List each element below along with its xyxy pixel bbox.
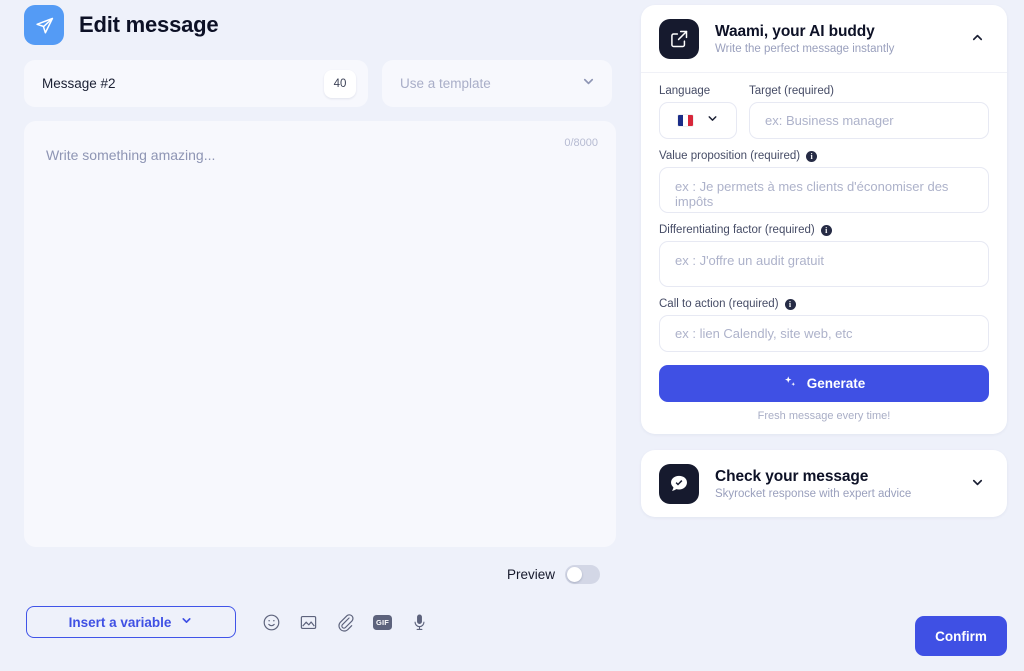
call-to-action-input[interactable]: ex : lien Calendly, site web, etc <box>659 315 989 352</box>
waami-panel-body: Language Target (required) ex: Business … <box>641 72 1007 434</box>
language-label: Language <box>659 85 711 97</box>
value-proposition-group: Value proposition (required) i ex : Je p… <box>659 139 989 213</box>
target-group: Target (required) ex: Business manager <box>749 85 989 139</box>
template-select-placeholder: Use a template <box>400 76 491 91</box>
chevron-down-icon[interactable] <box>970 475 989 493</box>
edit-square-icon <box>659 19 699 59</box>
editor-placeholder: Write something amazing... <box>46 147 216 163</box>
value-proposition-input[interactable]: ex : Je permets à mes clients d'économis… <box>659 167 989 213</box>
info-icon[interactable]: i <box>784 298 796 310</box>
generate-note: Fresh message every time! <box>757 410 891 422</box>
tool-icon-group: GIF <box>254 613 429 632</box>
value-proposition-label: Value proposition (required) i <box>659 150 989 167</box>
image-icon[interactable] <box>299 613 318 632</box>
call-to-action-label: Call to action (required) i <box>659 298 989 315</box>
language-group: Language <box>659 85 737 139</box>
preview-row: Preview <box>0 547 640 584</box>
page-title: Edit message <box>79 12 219 37</box>
ai-assistant-column: Waami, your AI buddy Write the perfect m… <box>641 5 1007 517</box>
check-message-panel-subtitle: Skyrocket response with expert advice <box>715 488 912 500</box>
message-textarea[interactable]: 0/8000 Write something amazing... <box>24 121 616 547</box>
page-header: Edit message <box>0 0 640 47</box>
gif-icon-label: GIF <box>373 614 392 630</box>
chevron-down-icon <box>706 112 719 130</box>
editor-char-counter: 0/8000 <box>564 137 598 149</box>
char-count-badge: 40 <box>324 69 356 98</box>
call-to-action-group: Call to action (required) i ex : lien Ca… <box>659 287 989 352</box>
attachment-icon[interactable] <box>336 613 355 632</box>
editor-toolbar: Insert a variable GIF <box>0 584 640 638</box>
message-meta-row: Message #2 40 Use a template <box>0 47 640 107</box>
microphone-icon[interactable] <box>410 613 429 632</box>
insert-variable-label: Insert a variable <box>68 614 172 630</box>
message-name-input[interactable]: Message #2 40 <box>24 60 368 107</box>
waami-panel-title: Waami, your AI buddy <box>715 23 875 40</box>
value-proposition-label-text: Value proposition (required) <box>659 150 801 162</box>
differentiating-factor-group: Differentiating factor (required) i ex :… <box>659 213 989 287</box>
chevron-down-icon <box>180 614 193 630</box>
send-plane-icon <box>24 5 64 45</box>
message-editor-column: Edit message Message #2 40 Use a templat… <box>0 0 640 671</box>
differentiating-factor-input[interactable]: ex : J'offre un audit gratuit <box>659 241 989 287</box>
differentiating-factor-label: Differentiating factor (required) i <box>659 224 989 241</box>
check-message-panel-title: Check your message <box>715 468 869 485</box>
check-message-panel: Check your message Skyrocket response wi… <box>641 450 1007 517</box>
message-name-value: Message #2 <box>42 76 116 91</box>
differentiating-factor-label-text: Differentiating factor (required) <box>659 224 815 236</box>
preview-label: Preview <box>506 567 555 582</box>
waami-panel-header[interactable]: Waami, your AI buddy Write the perfect m… <box>641 5 1007 72</box>
preview-toggle[interactable] <box>565 565 600 584</box>
generate-label: Generate <box>806 376 866 391</box>
language-target-row: Language Target (required) ex: Business … <box>659 85 989 139</box>
template-select[interactable]: Use a template <box>382 60 612 107</box>
target-label: Target (required) <box>749 85 835 97</box>
info-icon[interactable]: i <box>820 224 832 236</box>
generate-button[interactable]: Generate <box>659 365 989 402</box>
gif-icon[interactable]: GIF <box>373 614 392 630</box>
confirm-button[interactable]: Confirm <box>915 616 1007 656</box>
waami-panel-subtitle: Write the perfect message instantly <box>715 43 895 55</box>
chat-check-icon <box>659 464 699 504</box>
sparkle-icon <box>783 375 797 392</box>
insert-variable-button[interactable]: Insert a variable <box>26 606 236 638</box>
target-input[interactable]: ex: Business manager <box>749 102 989 139</box>
language-select[interactable] <box>659 102 737 139</box>
check-message-panel-header[interactable]: Check your message Skyrocket response wi… <box>641 450 1007 517</box>
chevron-down-icon <box>581 74 596 94</box>
emoji-icon[interactable] <box>262 613 281 632</box>
flag-france-icon <box>677 115 693 126</box>
info-icon[interactable]: i <box>806 150 818 162</box>
call-to-action-label-text: Call to action (required) <box>659 298 779 310</box>
chevron-up-icon[interactable] <box>970 30 989 48</box>
waami-panel: Waami, your AI buddy Write the perfect m… <box>641 5 1007 434</box>
